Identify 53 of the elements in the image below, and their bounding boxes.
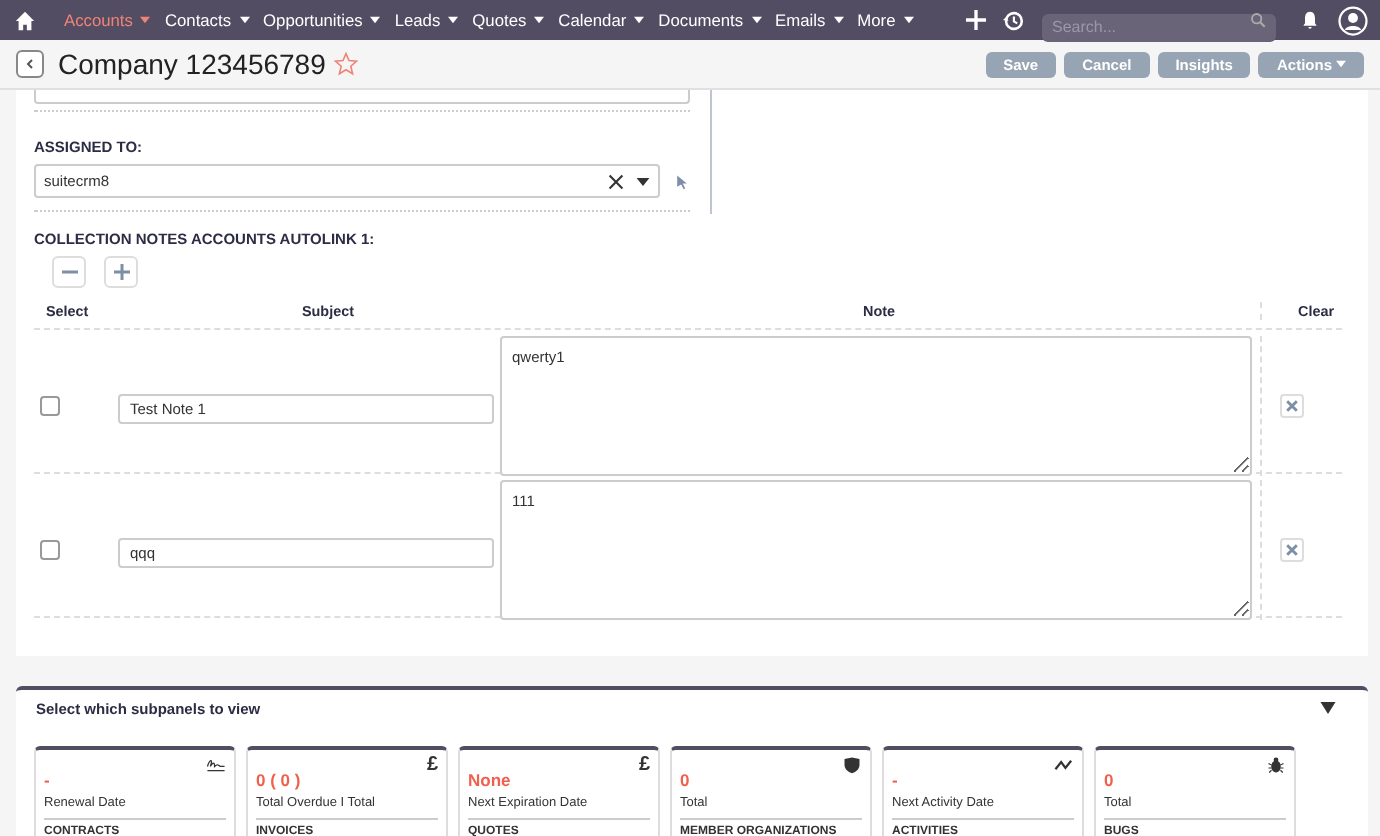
- close-icon: [1284, 542, 1300, 558]
- signature-icon: [206, 756, 226, 774]
- search-icon: [1250, 12, 1266, 28]
- record-title: Company 123456789: [58, 48, 326, 80]
- nav-tab[interactable]: Quotes: [472, 10, 545, 30]
- nav-tab[interactable]: Documents: [658, 10, 762, 30]
- caret-icon: [1336, 60, 1346, 68]
- bug-icon: [1266, 756, 1286, 774]
- clear-button[interactable]: [1280, 538, 1304, 562]
- checkbox[interactable]: [40, 396, 60, 416]
- chevron-left-icon: [24, 58, 36, 70]
- bell-icon[interactable]: [1300, 10, 1320, 30]
- nav-tab[interactable]: Emails: [775, 10, 844, 30]
- caret-icon: [140, 16, 151, 24]
- home-icon[interactable]: [14, 9, 36, 31]
- trend-icon: [1054, 756, 1074, 774]
- add-button[interactable]: [104, 256, 138, 288]
- plus-icon: [111, 262, 131, 282]
- card-value: None: [468, 770, 511, 790]
- dropdown-icon[interactable]: [636, 177, 650, 185]
- caret-icon: [448, 16, 459, 24]
- caret-icon: [751, 16, 762, 24]
- currency-icon: £: [638, 756, 650, 776]
- card-value: 0: [680, 770, 690, 790]
- star-icon[interactable]: [333, 52, 358, 76]
- plus-icon[interactable]: [966, 10, 986, 30]
- caret-icon: [534, 16, 545, 24]
- history-icon[interactable]: [1002, 9, 1024, 31]
- currency-icon: £: [426, 756, 438, 776]
- card-value: 0 ( 0 ): [256, 770, 301, 790]
- user-icon[interactable]: [1338, 5, 1368, 35]
- caret-icon: [634, 16, 645, 24]
- card-value: -: [44, 770, 50, 790]
- caret-icon: [370, 16, 381, 24]
- nav-tab[interactable]: More: [857, 10, 914, 30]
- collapse-icon[interactable]: [1320, 702, 1336, 714]
- nav-tab[interactable]: Contacts: [164, 10, 250, 30]
- cursor-icon[interactable]: [674, 173, 690, 189]
- remove-button[interactable]: [52, 256, 86, 288]
- nav-tab[interactable]: Calendar: [558, 10, 645, 30]
- caret-icon: [903, 16, 914, 24]
- card-value: -: [892, 770, 898, 790]
- caret-icon: [833, 16, 844, 24]
- back-button[interactable]: [16, 50, 44, 78]
- caret-icon: [239, 16, 250, 24]
- clear-icon[interactable]: [608, 173, 624, 189]
- nav-tab[interactable]: Leads: [394, 10, 459, 30]
- shield-icon: [842, 756, 862, 774]
- checkbox[interactable]: [40, 540, 60, 560]
- clear-button[interactable]: [1280, 394, 1304, 418]
- nav-tab[interactable]: Opportunities: [263, 10, 381, 30]
- card-value: 0: [1104, 770, 1114, 790]
- close-icon: [1284, 398, 1300, 414]
